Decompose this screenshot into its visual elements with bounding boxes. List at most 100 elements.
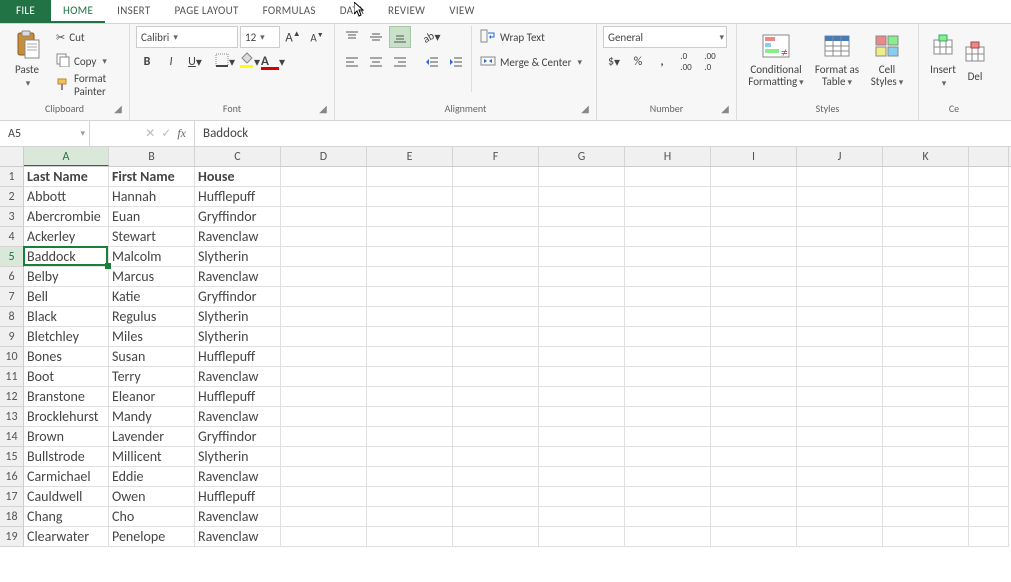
- cell-partial[interactable]: [969, 287, 1009, 307]
- cell-C16[interactable]: Ravenclaw: [195, 467, 281, 487]
- number-launcher[interactable]: ◢: [718, 102, 732, 116]
- cell-D11[interactable]: [281, 367, 367, 387]
- cell-I13[interactable]: [711, 407, 797, 427]
- row-header-19[interactable]: 19: [0, 527, 24, 547]
- cell-A6[interactable]: Belby: [24, 267, 109, 287]
- copy-button[interactable]: Copy▾: [52, 50, 123, 72]
- enter-icon[interactable]: ✓: [161, 126, 171, 141]
- cell-F4[interactable]: [453, 227, 539, 247]
- cell-H1[interactable]: [625, 167, 711, 187]
- cell-D13[interactable]: [281, 407, 367, 427]
- cell-K10[interactable]: [883, 347, 969, 367]
- formula-input[interactable]: Baddock: [195, 121, 1011, 146]
- cell-I9[interactable]: [711, 327, 797, 347]
- cell-A5[interactable]: Baddock: [24, 247, 109, 267]
- underline-button[interactable]: U▾: [184, 51, 206, 73]
- wrap-text-button[interactable]: Wrap Text: [476, 26, 586, 48]
- italic-button[interactable]: I: [160, 51, 182, 73]
- cell-G14[interactable]: [539, 427, 625, 447]
- cell-A1[interactable]: Last Name: [24, 167, 109, 187]
- cell-J4[interactable]: [797, 227, 883, 247]
- cell-B11[interactable]: Terry: [109, 367, 195, 387]
- cell-H4[interactable]: [625, 227, 711, 247]
- cell-I1[interactable]: [711, 167, 797, 187]
- cell-K15[interactable]: [883, 447, 969, 467]
- comma-button[interactable]: ,: [651, 51, 673, 73]
- cut-button[interactable]: ✂Cut: [52, 26, 123, 48]
- row-header-12[interactable]: 12: [0, 387, 24, 407]
- cell-G13[interactable]: [539, 407, 625, 427]
- cell-D9[interactable]: [281, 327, 367, 347]
- align-left-button[interactable]: [341, 51, 363, 73]
- select-all-corner[interactable]: [0, 147, 24, 166]
- cell-H19[interactable]: [625, 527, 711, 547]
- row-header-18[interactable]: 18: [0, 507, 24, 527]
- cell-A18[interactable]: Chang: [24, 507, 109, 527]
- cell-A19[interactable]: Clearwater: [24, 527, 109, 547]
- cell-D7[interactable]: [281, 287, 367, 307]
- cell-I12[interactable]: [711, 387, 797, 407]
- cell-J2[interactable]: [797, 187, 883, 207]
- cell-K4[interactable]: [883, 227, 969, 247]
- cell-H2[interactable]: [625, 187, 711, 207]
- row-header-8[interactable]: 8: [0, 307, 24, 327]
- cell-C4[interactable]: Ravenclaw: [195, 227, 281, 247]
- cell-E10[interactable]: [367, 347, 453, 367]
- cell-C11[interactable]: Ravenclaw: [195, 367, 281, 387]
- orientation-button[interactable]: ab▾: [421, 26, 443, 48]
- row-header-7[interactable]: 7: [0, 287, 24, 307]
- cell-E3[interactable]: [367, 207, 453, 227]
- percent-button[interactable]: %: [627, 51, 649, 73]
- currency-button[interactable]: $▾: [603, 51, 625, 73]
- cell-G8[interactable]: [539, 307, 625, 327]
- paste-button[interactable]: Paste ▾: [6, 26, 48, 92]
- cell-F5[interactable]: [453, 247, 539, 267]
- cell-C13[interactable]: Ravenclaw: [195, 407, 281, 427]
- cell-F19[interactable]: [453, 527, 539, 547]
- cell-E9[interactable]: [367, 327, 453, 347]
- cell-I3[interactable]: [711, 207, 797, 227]
- cell-partial[interactable]: [969, 487, 1009, 507]
- cell-H8[interactable]: [625, 307, 711, 327]
- cell-E19[interactable]: [367, 527, 453, 547]
- cell-A12[interactable]: Branstone: [24, 387, 109, 407]
- tab-file[interactable]: FILE: [0, 0, 51, 23]
- column-header-G[interactable]: G: [539, 147, 625, 166]
- number-format-combo[interactable]: General▾: [603, 26, 727, 48]
- row-header-1[interactable]: 1: [0, 167, 24, 187]
- cell-J12[interactable]: [797, 387, 883, 407]
- increase-font-button[interactable]: A▲: [282, 26, 304, 48]
- tab-home[interactable]: HOME: [51, 0, 105, 23]
- cell-D18[interactable]: [281, 507, 367, 527]
- tab-view[interactable]: VIEW: [437, 0, 486, 23]
- cell-A2[interactable]: Abbott: [24, 187, 109, 207]
- cell-I16[interactable]: [711, 467, 797, 487]
- cell-partial[interactable]: [969, 367, 1009, 387]
- cell-E11[interactable]: [367, 367, 453, 387]
- cell-F11[interactable]: [453, 367, 539, 387]
- cell-C12[interactable]: Hufflepuff: [195, 387, 281, 407]
- row-header-6[interactable]: 6: [0, 267, 24, 287]
- align-middle-button[interactable]: [365, 26, 387, 48]
- cell-B1[interactable]: First Name: [109, 167, 195, 187]
- merge-center-button[interactable]: Merge & Center▾: [476, 51, 586, 73]
- cell-B12[interactable]: Eleanor: [109, 387, 195, 407]
- format-as-table-button[interactable]: Format as Table▾: [809, 26, 865, 92]
- cell-C15[interactable]: Slytherin: [195, 447, 281, 467]
- cell-D1[interactable]: [281, 167, 367, 187]
- cell-C1[interactable]: House: [195, 167, 281, 187]
- column-header-K[interactable]: K: [883, 147, 969, 166]
- column-header-B[interactable]: B: [109, 147, 195, 166]
- cell-C7[interactable]: Gryffindor: [195, 287, 281, 307]
- cell-F16[interactable]: [453, 467, 539, 487]
- cell-H3[interactable]: [625, 207, 711, 227]
- cell-H10[interactable]: [625, 347, 711, 367]
- cell-A14[interactable]: Brown: [24, 427, 109, 447]
- column-header-H[interactable]: H: [625, 147, 711, 166]
- column-header-I[interactable]: I: [711, 147, 797, 166]
- font-color-button[interactable]: A▾: [262, 51, 284, 73]
- cell-partial[interactable]: [969, 227, 1009, 247]
- cell-B3[interactable]: Euan: [109, 207, 195, 227]
- borders-button[interactable]: ▾: [214, 51, 236, 73]
- cell-J14[interactable]: [797, 427, 883, 447]
